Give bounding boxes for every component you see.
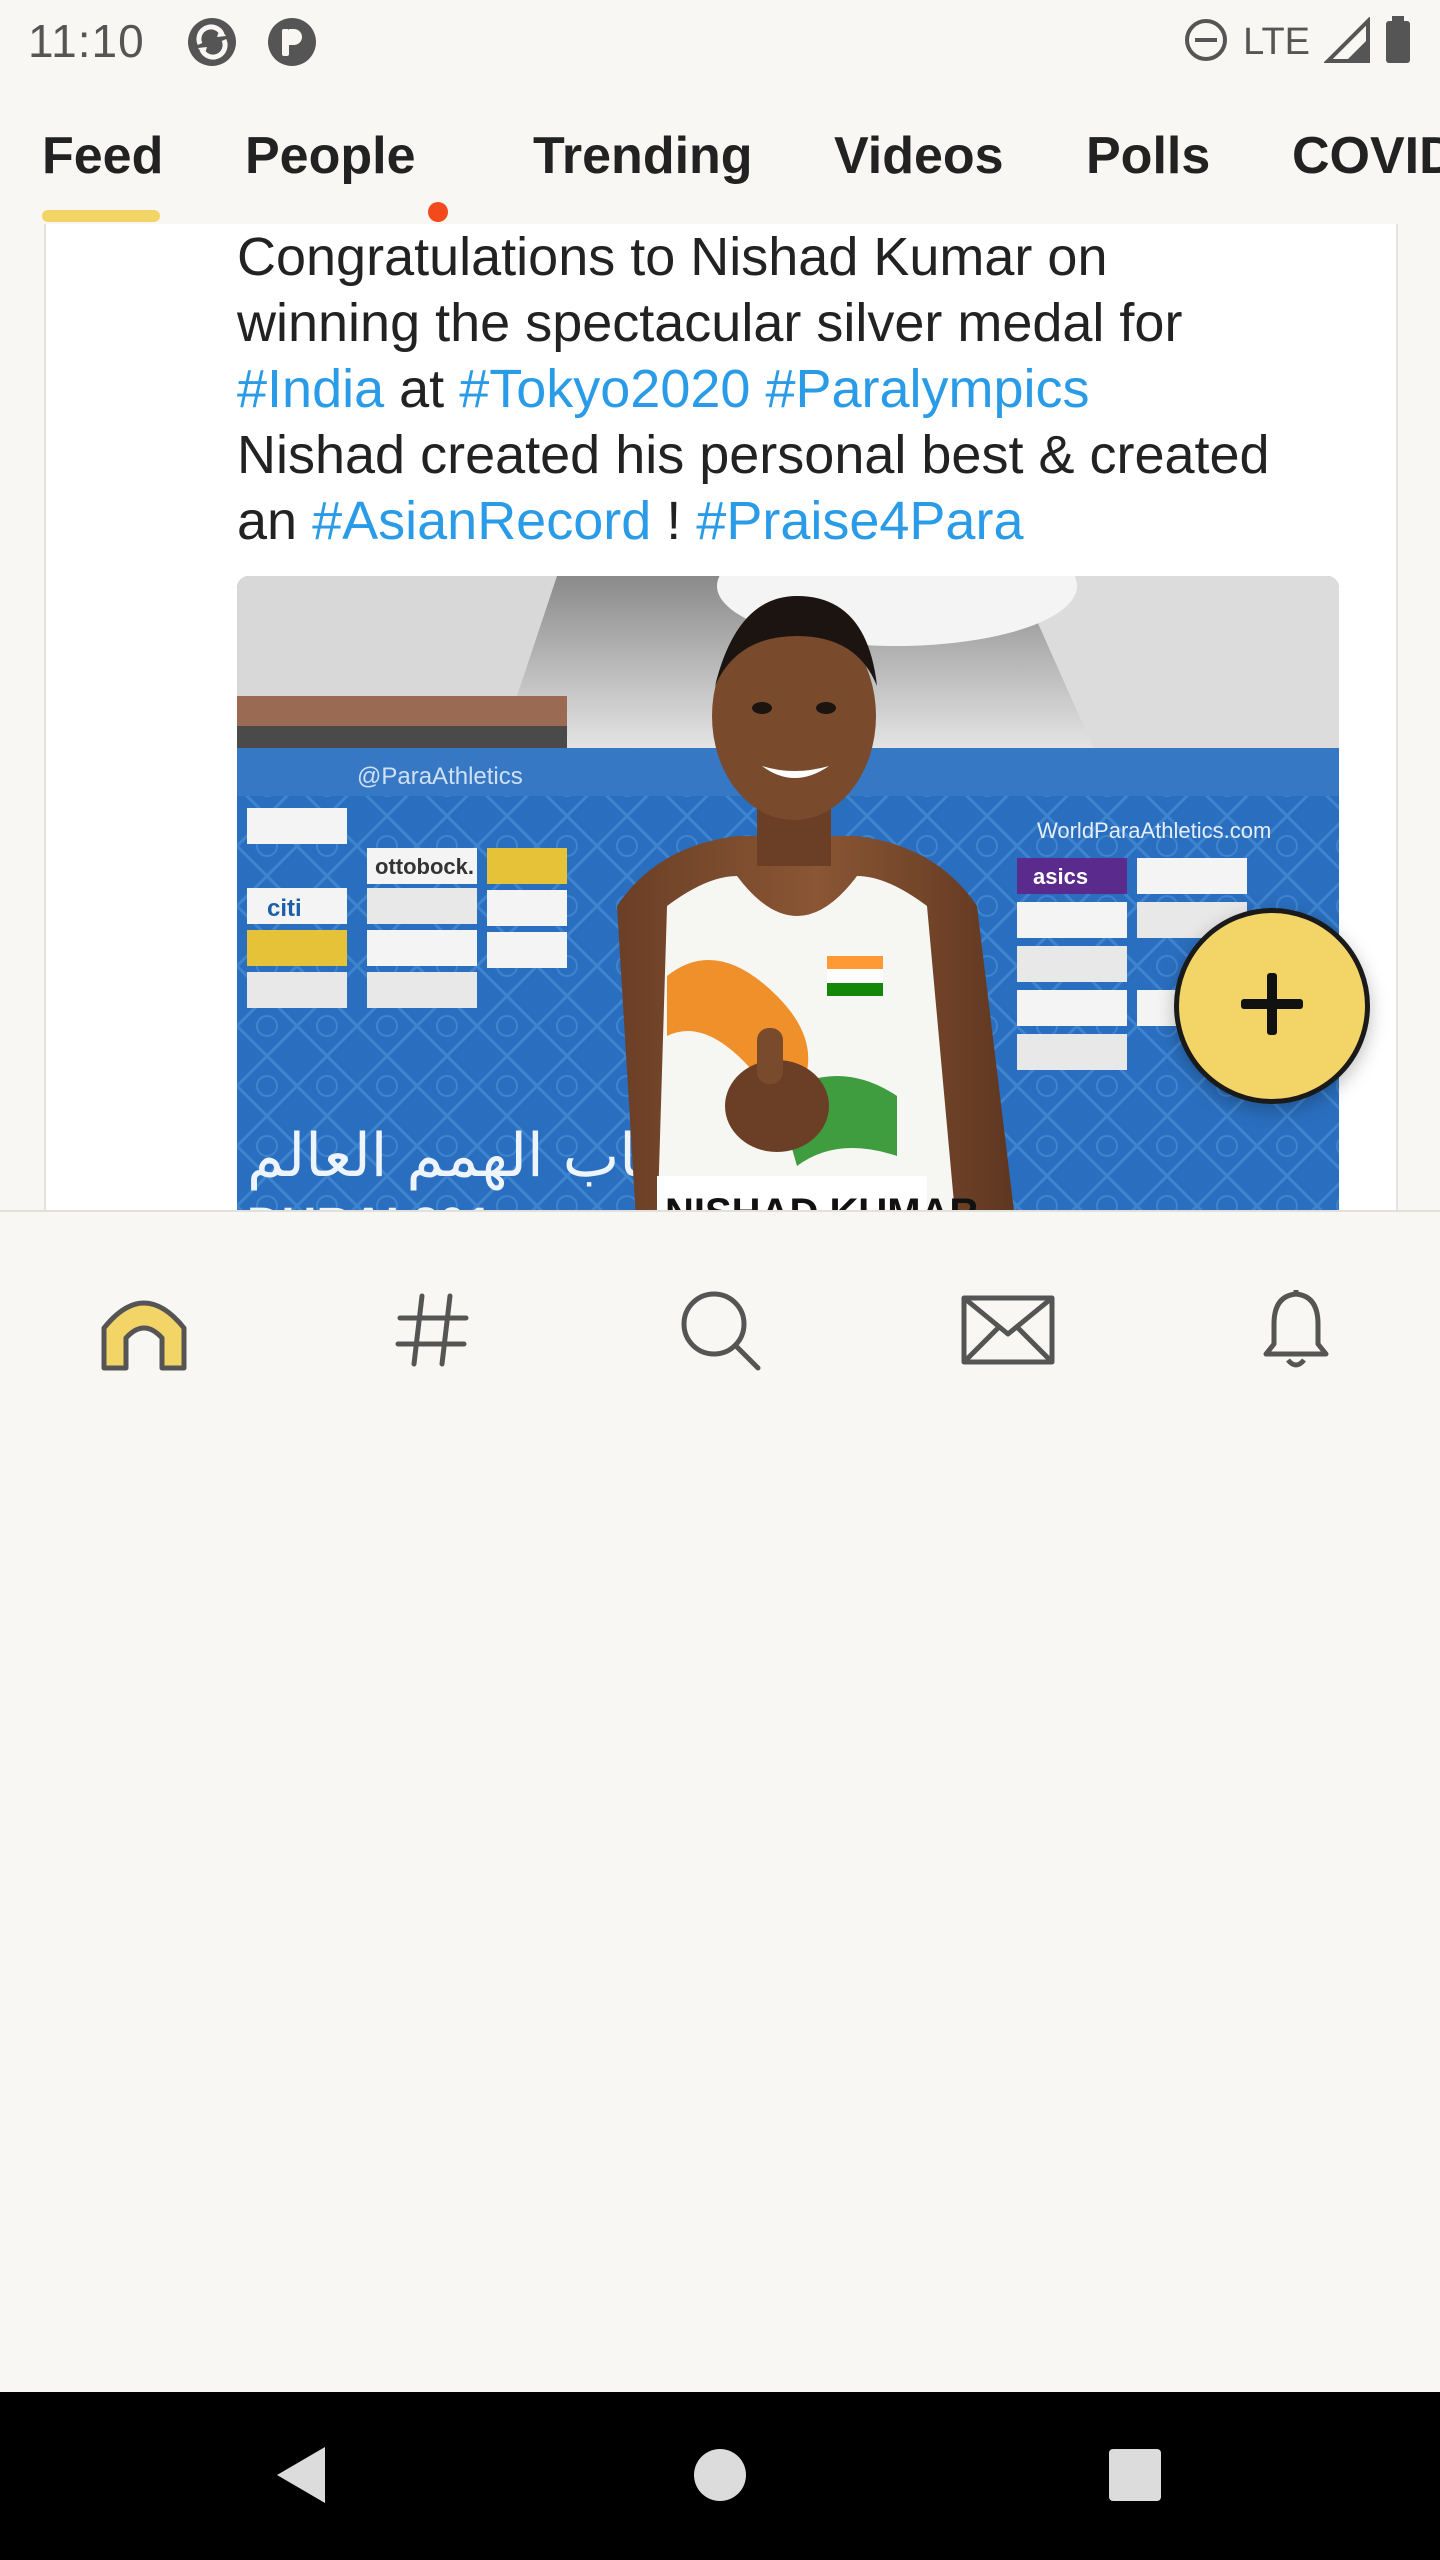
- board-text: asics: [1033, 864, 1088, 889]
- p-app-icon: [266, 16, 318, 68]
- nav-home[interactable]: [84, 1272, 204, 1392]
- nav-hashtags[interactable]: [372, 1272, 492, 1392]
- do-not-disturb-icon: [1183, 17, 1229, 68]
- bib-text: NISHAD KUMAR: [665, 1191, 978, 1210]
- tab-polls[interactable]: Polls: [1086, 126, 1210, 186]
- hashtag-link[interactable]: #AsianRecord: [312, 491, 651, 551]
- tab-people[interactable]: People: [245, 126, 416, 186]
- bell-icon: [1260, 1288, 1332, 1377]
- nav-messages[interactable]: [948, 1272, 1068, 1392]
- category-tabs: Feed People Trending Videos Polls COVID: [0, 84, 1440, 224]
- hashtag-link[interactable]: #India: [237, 359, 384, 419]
- status-indicators: LTE: [1183, 15, 1412, 69]
- board-text: DUBAI 201: [247, 1199, 492, 1210]
- tab-videos[interactable]: Videos: [834, 126, 1004, 186]
- post-text-line: Nishad created his personal best & creat…: [237, 425, 1270, 485]
- battery-icon: [1384, 15, 1412, 69]
- signal-icon: [1323, 15, 1370, 68]
- hashtag-link[interactable]: #Tokyo2020: [459, 359, 750, 419]
- system-navigation-bar: [0, 2392, 1440, 2560]
- nav-notifications[interactable]: [1236, 1272, 1356, 1392]
- tab-trending[interactable]: Trending: [533, 126, 753, 186]
- network-type: LTE: [1243, 20, 1310, 63]
- status-time: 11:10: [28, 15, 145, 67]
- sync-app-icon: [186, 16, 238, 68]
- hashtag-icon: [392, 1290, 472, 1375]
- post-text-line: winning the spectacular silver medal for: [237, 293, 1183, 353]
- hashtag-link[interactable]: #Praise4Para: [696, 491, 1023, 551]
- people-notification-badge: [428, 202, 448, 222]
- post-text-line: an #AsianRecord ! #Praise4Para: [237, 491, 1024, 551]
- plus-icon: [1237, 969, 1307, 1044]
- bottom-navigation: [0, 1210, 1440, 2394]
- recents-button[interactable]: [1090, 2432, 1180, 2522]
- mail-icon: [960, 1294, 1056, 1371]
- back-button[interactable]: [256, 2432, 346, 2522]
- home-system-button[interactable]: [675, 2432, 765, 2522]
- post-text-line: #India at #Tokyo2020 #Paralympics: [237, 359, 1090, 419]
- active-tab-indicator: [42, 210, 160, 222]
- status-bar: 11:10 LTE: [0, 0, 1440, 84]
- home-circle-icon: [692, 2447, 748, 2508]
- board-text: @ParaAthletics: [357, 763, 523, 790]
- board-text: WorldParaAthletics.com: [1037, 818, 1271, 843]
- tab-feed[interactable]: Feed: [42, 126, 163, 186]
- search-icon: [678, 1288, 762, 1377]
- compose-fab-button[interactable]: [1174, 908, 1370, 1104]
- nav-search[interactable]: [660, 1272, 780, 1392]
- recents-square-icon: [1107, 2447, 1163, 2508]
- post-text-line: Congratulations to Nishad Kumar on: [237, 227, 1108, 287]
- tab-covid[interactable]: COVID: [1292, 126, 1440, 186]
- board-text: citi: [267, 895, 302, 922]
- back-icon: [273, 2445, 329, 2510]
- post-text: Congratulations to Nishad Kumar on winni…: [237, 224, 1357, 554]
- board-text: ottobock.: [375, 854, 474, 879]
- post-image[interactable]: @ParaAthletics WorldParaAthletics.com ot…: [237, 576, 1339, 1210]
- home-icon: [96, 1288, 192, 1377]
- hashtag-link[interactable]: #Paralympics: [765, 359, 1089, 419]
